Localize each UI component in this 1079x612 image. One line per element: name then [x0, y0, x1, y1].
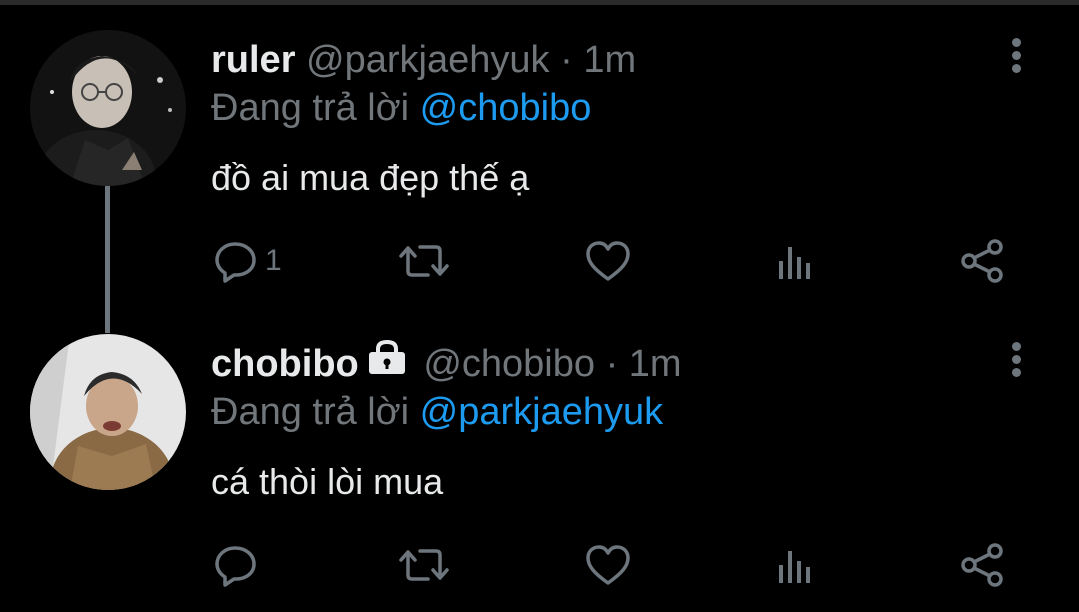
- timestamp[interactable]: 1m: [583, 39, 636, 81]
- like-button[interactable]: [584, 540, 632, 590]
- separator-dot: ·: [605, 343, 619, 385]
- reply-icon: [215, 546, 256, 587]
- tweet-text: đồ ai mua đẹp thế ạ: [211, 157, 530, 198]
- retweet-button[interactable]: [398, 540, 450, 590]
- tweet-header: ruler @parkjaehyuk · 1m: [211, 38, 636, 82]
- more-options-icon[interactable]: [1005, 38, 1027, 78]
- share-button[interactable]: [960, 236, 1006, 286]
- action-bar: [0, 540, 1079, 590]
- like-icon: [586, 545, 630, 585]
- avatar-chobibo[interactable]: [30, 334, 186, 490]
- like-button[interactable]: [584, 236, 632, 286]
- retweet-button[interactable]: [398, 236, 450, 286]
- analytics-icon: [779, 247, 810, 279]
- analytics-button[interactable]: [776, 236, 816, 286]
- reply-icon: [215, 242, 256, 283]
- avatar-ruler[interactable]: [30, 30, 186, 186]
- reply-button[interactable]: 1: [213, 236, 282, 286]
- share-icon: [961, 543, 1003, 587]
- username-handle[interactable]: @parkjaehyuk: [306, 39, 549, 81]
- replying-to-label: Đang trả lời: [211, 87, 410, 129]
- replying-to-label: Đang trả lời: [211, 391, 410, 433]
- analytics-button[interactable]: [776, 540, 816, 590]
- analytics-icon: [779, 551, 810, 583]
- display-name[interactable]: chobibo: [211, 343, 359, 385]
- action-bar: 1: [0, 236, 1079, 286]
- retweet-icon: [399, 245, 449, 277]
- retweet-icon: [399, 549, 449, 581]
- replying-to-mention[interactable]: @parkjaehyuk: [420, 391, 663, 433]
- reply-count: 1: [265, 244, 282, 277]
- replying-to-mention[interactable]: @chobibo: [420, 87, 592, 129]
- replying-to-line: Đang trả lời @parkjaehyuk: [211, 390, 663, 434]
- username-handle[interactable]: @chobibo: [423, 343, 595, 385]
- timestamp[interactable]: 1m: [629, 343, 682, 385]
- share-button[interactable]: [960, 540, 1006, 590]
- like-icon: [586, 241, 630, 281]
- replying-to-line: Đang trả lời @chobibo: [211, 86, 591, 130]
- tweet-text: cá thòi lòi mua: [211, 461, 444, 502]
- top-divider: [0, 0, 1079, 5]
- tweet-header: chobibo @chobibo · 1m: [211, 339, 682, 388]
- display-name[interactable]: ruler: [211, 39, 295, 81]
- reply-button[interactable]: [213, 540, 265, 590]
- share-icon: [961, 239, 1003, 283]
- more-options-icon[interactable]: [1005, 342, 1027, 382]
- lock-icon: [367, 339, 407, 384]
- separator-dot: ·: [560, 39, 573, 81]
